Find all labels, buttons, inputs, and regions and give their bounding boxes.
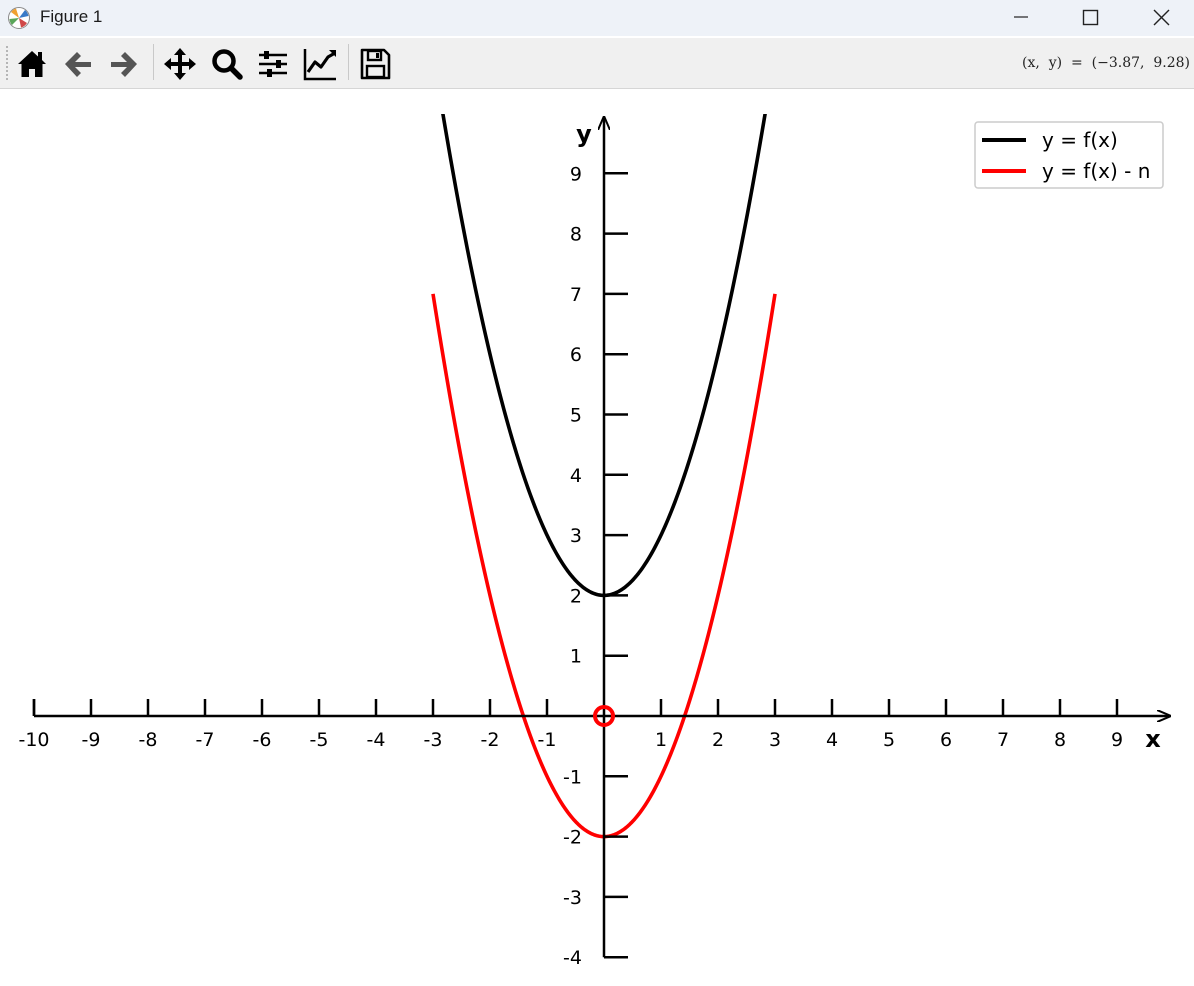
title-bar: Figure 1 [0, 0, 1194, 36]
configure-subplots-button[interactable] [253, 44, 293, 84]
x-tick-label: -10 [18, 729, 49, 751]
x-tick-label: 4 [826, 729, 838, 751]
x-tick-label: 1 [655, 729, 667, 751]
arrow-right-icon [111, 52, 137, 77]
minimize-button[interactable] [998, 0, 1044, 36]
figure-canvas[interactable]: -10 -9 -8 -7 -6 -5 -4 -3 -2 -1 1 2 3 4 5 6 7 8 9 x -4 -3 -2 -1 1… [0, 89, 1194, 986]
x-tick-label: 3 [769, 729, 781, 751]
x-tick-label: 9 [1111, 729, 1123, 751]
x-tick-label: -3 [424, 729, 443, 751]
maximize-icon [1082, 9, 1099, 26]
edit-axis-button[interactable] [300, 44, 340, 84]
x-tick-label: 2 [712, 729, 724, 751]
close-icon [1153, 9, 1170, 26]
y-tick-label: -2 [563, 827, 582, 849]
y-tick-label: -4 [563, 947, 582, 969]
x-tick-label: -4 [367, 729, 386, 751]
home-button[interactable] [12, 44, 52, 84]
y-tick-label: 3 [570, 525, 582, 547]
home-icon [18, 51, 46, 77]
x-tick-label: 6 [940, 729, 952, 751]
line-chart-icon [303, 49, 336, 81]
y-tick-label: 7 [570, 284, 582, 306]
plot-area: -10 -9 -8 -7 -6 -5 -4 -3 -2 -1 1 2 3 4 5 6 7 8 9 x-4-3-2-11… [18, 114, 1194, 969]
x-tick-label: 7 [997, 729, 1009, 751]
x-tick-label: 8 [1054, 729, 1066, 751]
x-tick-label: -6 [253, 729, 272, 751]
x-tick-label: -2 [481, 729, 500, 751]
toolbar-separator [348, 44, 349, 80]
x-tick-label: -7 [196, 729, 215, 751]
floppy-disk-icon [360, 48, 391, 80]
y-tick-label: -3 [563, 887, 582, 909]
close-button[interactable] [1139, 0, 1185, 36]
move-arrows-icon [164, 48, 196, 80]
y-tick-label: -1 [563, 766, 582, 788]
save-button[interactable] [355, 44, 395, 84]
y-tick-label: 6 [570, 344, 582, 366]
y-tick-label: 5 [570, 405, 582, 427]
legend-label: y = f(x) [1042, 128, 1118, 152]
x-tick-label: -8 [139, 729, 158, 751]
magnifier-icon [212, 49, 243, 80]
matplotlib-logo-icon [8, 7, 30, 29]
pan-button[interactable] [160, 44, 200, 84]
sliders-icon [259, 51, 287, 77]
y-tick-label: 4 [570, 465, 582, 487]
window-title: Figure 1 [40, 7, 103, 26]
toolbar-grip [6, 46, 10, 80]
x-tick-label: -1 [538, 729, 557, 751]
navigation-toolbar: (x, y) = (−3.87, 9.28) [0, 38, 1194, 89]
y-tick-label: 1 [570, 646, 582, 668]
x-tick-label: -5 [310, 729, 329, 751]
maximize-button[interactable] [1068, 0, 1114, 36]
x-axis-label: x [1145, 725, 1161, 753]
x-tick-label: 5 [883, 729, 895, 751]
minimize-icon [1014, 16, 1028, 18]
toolbar-separator [153, 44, 154, 80]
y-tick-label: 8 [570, 224, 582, 246]
y-tick-label: 2 [570, 585, 582, 607]
arrow-left-icon [65, 52, 91, 77]
x-tick-label: -9 [82, 729, 101, 751]
y-axis-label: y [576, 120, 592, 148]
y-tick-label: 9 [570, 163, 582, 185]
forward-button[interactable] [104, 44, 144, 84]
legend: y = f(x) y = f(x) - n [974, 121, 1164, 189]
zoom-button[interactable] [207, 44, 247, 84]
back-button[interactable] [58, 44, 98, 84]
cursor-coordinates: (x, y) = (−3.87, 9.28) [1022, 55, 1190, 71]
legend-label: y = f(x) - n [1042, 159, 1150, 183]
